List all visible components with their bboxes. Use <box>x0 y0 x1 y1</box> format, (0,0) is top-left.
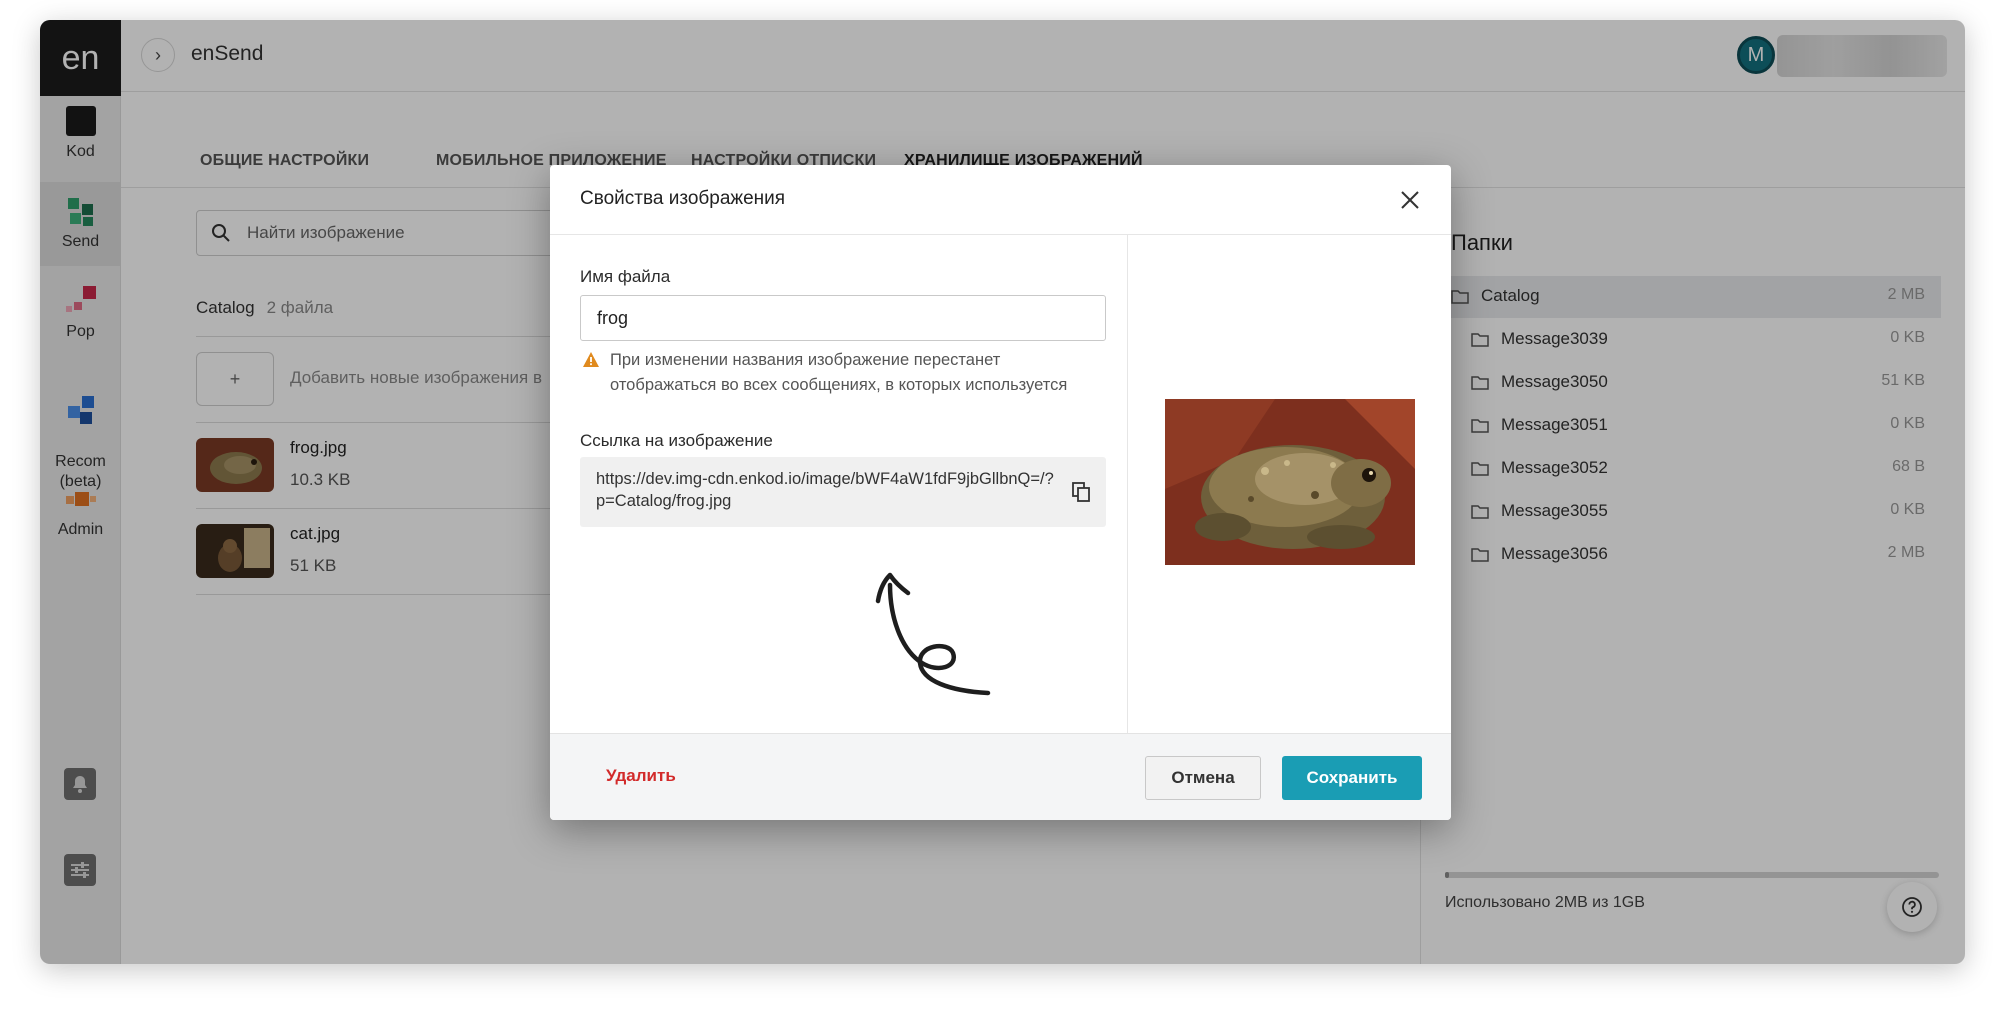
hand-drawn-arrow-icon <box>875 572 991 696</box>
image-properties-dialog: Свойства изображения Имя файла При измен… <box>550 165 1451 820</box>
app-window: en Kod Send Pop Recom (beta) Admin › enS… <box>40 20 1965 964</box>
filename-input[interactable] <box>580 295 1106 341</box>
image-link-value[interactable]: https://dev.img-cdn.enkod.io/image/bWF4a… <box>596 468 1056 512</box>
delete-button[interactable]: Удалить <box>606 766 676 786</box>
warning-icon <box>583 352 599 367</box>
image-preview <box>1165 399 1415 565</box>
cancel-button[interactable]: Отмена <box>1145 756 1261 800</box>
copy-icon[interactable] <box>1070 481 1092 503</box>
dialog-header: Свойства изображения <box>550 165 1451 235</box>
dialog-title: Свойства изображения <box>580 188 786 209</box>
image-link-box: https://dev.img-cdn.enkod.io/image/bWF4a… <box>580 457 1106 527</box>
image-preview-panel <box>1128 235 1451 733</box>
close-icon <box>1401 191 1419 209</box>
close-button[interactable] <box>1395 185 1425 215</box>
rename-warning-text: При изменении названия изображение перес… <box>610 351 1068 394</box>
image-link-label: Ссылка на изображение <box>580 431 773 450</box>
dialog-footer: Удалить Отмена Сохранить <box>550 733 1451 820</box>
save-button[interactable]: Сохранить <box>1282 756 1422 800</box>
dialog-form: Имя файла При изменении названия изображ… <box>550 235 1128 733</box>
filename-label: Имя файла <box>580 267 671 286</box>
